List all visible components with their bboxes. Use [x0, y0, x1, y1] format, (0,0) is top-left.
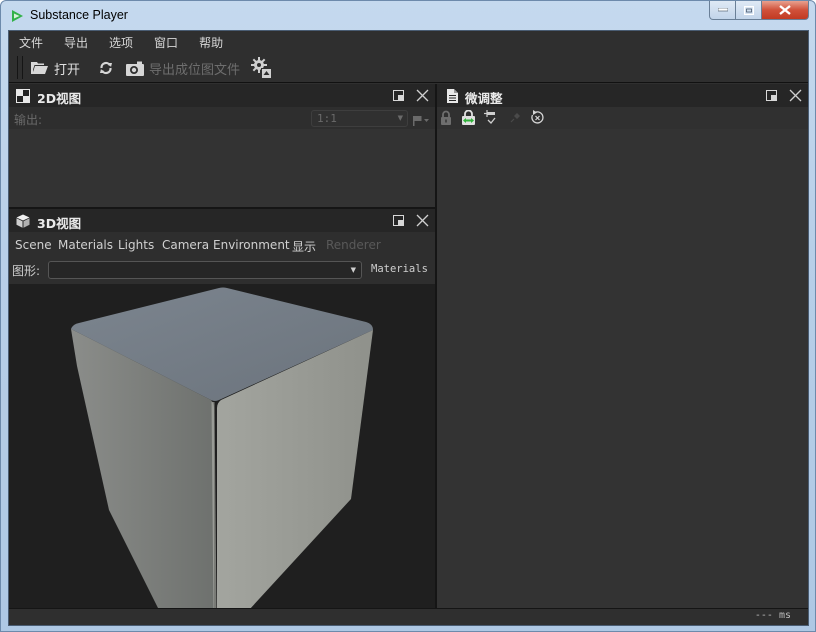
- pin-check-icon[interactable]: [484, 110, 498, 125]
- maximize-button[interactable]: [736, 1, 762, 20]
- client-area: 文件 导出 选项 窗口 帮助 打开 导出成位图文件 2D视图 输出: 1:1 ▼…: [8, 30, 809, 626]
- toolbar-grip[interactable]: [17, 56, 23, 79]
- maximize-icon: [743, 5, 754, 15]
- close-icon: [779, 5, 791, 15]
- lock-icon[interactable]: [440, 110, 452, 125]
- pin-icon[interactable]: [510, 112, 521, 123]
- render-settings-button[interactable]: [251, 57, 273, 79]
- float-panel-icon[interactable]: [393, 90, 404, 101]
- refresh-icon: [100, 61, 112, 75]
- settings-render-icon: [251, 57, 271, 78]
- export-bitmap-label: 导出成位图文件: [149, 62, 241, 78]
- close-panel-icon[interactable]: [789, 89, 802, 102]
- app-window: Substance Player 文件 导出 选项 窗口 帮助 打开 导出成位图…: [0, 0, 816, 632]
- zoom-ratio-value: 1:1: [317, 112, 337, 125]
- close-panel-icon[interactable]: [416, 214, 429, 227]
- panel-tweaks: 微调整: [437, 84, 808, 610]
- title-bar[interactable]: Substance Player: [1, 1, 816, 30]
- close-window-button[interactable]: [762, 1, 809, 20]
- menu-help[interactable]: 帮助: [189, 34, 233, 51]
- substance-logo-icon: [12, 10, 23, 22]
- shape-bar: 图形: ▼ Materials: [9, 258, 435, 283]
- export-bitmap-button[interactable]: 导出成位图文件: [126, 57, 240, 79]
- panel-3d-tabs: Scene Materials Lights Camera Environmen…: [9, 232, 435, 258]
- tab-materials[interactable]: Materials: [58, 238, 113, 252]
- minimize-button[interactable]: [709, 1, 736, 20]
- folder-open-icon: [31, 62, 48, 74]
- status-bar: --- ms: [9, 608, 808, 625]
- document-icon: [447, 89, 458, 103]
- frame-time-readout: --- ms: [754, 610, 791, 621]
- toolbar: 打开 导出成位图文件: [9, 53, 808, 83]
- open-label: 打开: [54, 62, 81, 78]
- shape-select[interactable]: ▼: [48, 261, 362, 279]
- zoom-ratio-select[interactable]: 1:1 ▼: [311, 110, 408, 127]
- panel-2d-view: 2D视图 输出: 1:1 ▼: [9, 84, 435, 207]
- reset-icon[interactable]: [530, 110, 545, 125]
- tweaks-toolbar: [437, 107, 808, 129]
- tab-display[interactable]: 显示: [292, 238, 316, 255]
- close-panel-icon[interactable]: [416, 89, 429, 102]
- tab-camera[interactable]: Camera: [162, 238, 209, 252]
- cube-edge-highlight: [211, 401, 217, 610]
- shape-label: 图形:: [12, 264, 41, 278]
- panel-2d-header[interactable]: 2D视图: [9, 84, 435, 107]
- cube-icon: [16, 214, 30, 228]
- materials-button[interactable]: Materials: [371, 263, 428, 275]
- panel-2d-output-bar: 输出: 1:1 ▼: [9, 107, 435, 129]
- cube-render: [71, 287, 373, 610]
- menu-options[interactable]: 选项: [99, 34, 143, 51]
- 3d-viewport[interactable]: [9, 284, 435, 610]
- menu-export[interactable]: 导出: [54, 34, 98, 51]
- window-title: Substance Player: [30, 8, 128, 22]
- sync-lock-icon[interactable]: [461, 110, 476, 125]
- chevron-down-icon: ▼: [350, 266, 356, 274]
- float-panel-icon[interactable]: [766, 90, 777, 101]
- panel-3d-header[interactable]: 3D视图: [9, 209, 435, 232]
- menu-file[interactable]: 文件: [9, 34, 53, 51]
- menu-bar: 文件 导出 选项 窗口 帮助: [9, 31, 808, 53]
- refresh-button[interactable]: [99, 57, 113, 79]
- channel-flag-button[interactable]: [413, 112, 431, 126]
- menu-window[interactable]: 窗口: [144, 34, 188, 51]
- open-button[interactable]: 打开: [31, 57, 80, 79]
- panel-tweaks-title: 微调整: [465, 91, 503, 106]
- horizontal-splitter[interactable]: [9, 207, 435, 209]
- float-panel-icon[interactable]: [393, 215, 404, 226]
- tab-renderer[interactable]: Renderer: [326, 238, 381, 252]
- tab-scene[interactable]: Scene: [15, 238, 52, 252]
- panel-tweaks-header[interactable]: 微调整: [437, 84, 808, 107]
- tab-environment[interactable]: Environment: [213, 238, 290, 252]
- panel-3d-title: 3D视图: [37, 216, 82, 231]
- tab-lights[interactable]: Lights: [118, 238, 154, 252]
- panel-3d-view: 3D视图 Scene Materials Lights Camera Envir…: [9, 209, 435, 610]
- chevron-down-icon: ▼: [397, 114, 403, 122]
- output-label: 输出:: [14, 113, 43, 127]
- channel-flag-icon: [413, 116, 429, 126]
- checker-icon: [16, 89, 30, 103]
- minimize-icon: [717, 8, 728, 12]
- camera-icon: [126, 61, 144, 76]
- panel-2d-title: 2D视图: [37, 91, 82, 106]
